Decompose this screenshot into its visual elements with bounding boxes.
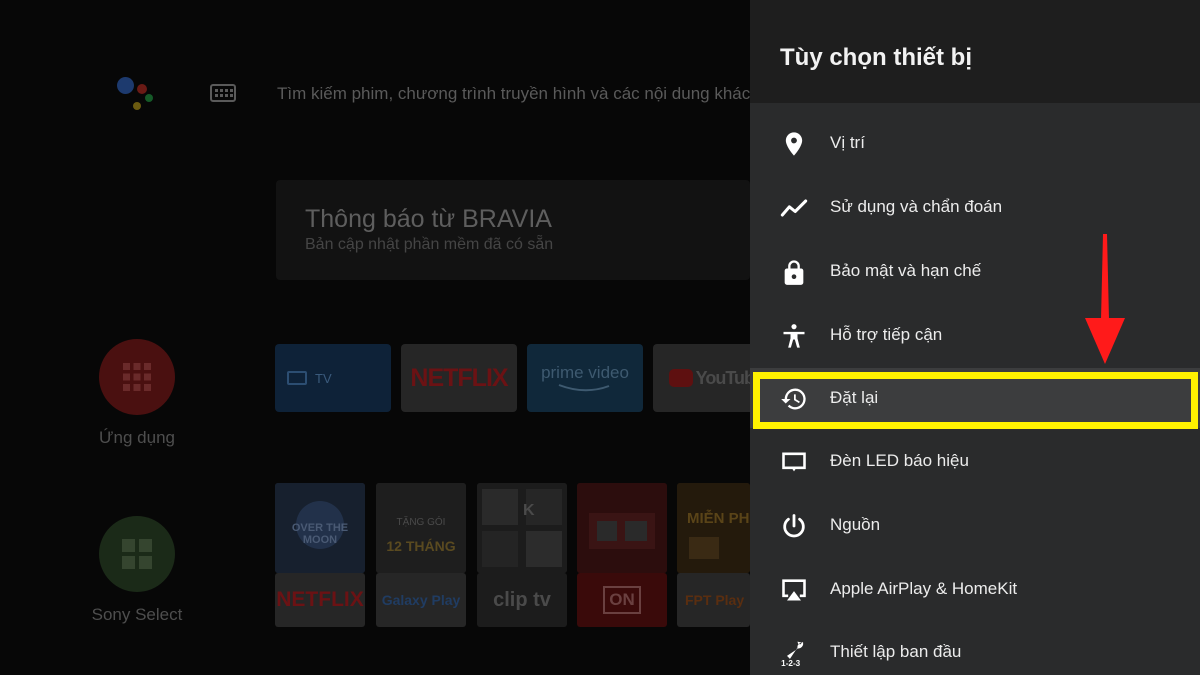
accessibility-icon <box>783 324 805 348</box>
tv-app-label: TV <box>315 370 332 386</box>
menu-item-label: Nguồn <box>830 515 881 534</box>
sidebar-label-apps: Ứng dụng <box>99 428 175 447</box>
fpt-play-logo: FPT Play <box>685 592 745 608</box>
notification-title: Thông báo từ BRAVIA <box>305 205 552 233</box>
menu-item-initial-setup[interactable]: 1-2-3 Thiết lập ban đầu <box>750 622 1200 675</box>
svg-text:K: K <box>523 502 535 519</box>
notification-subtitle: Bản cập nhật phần mềm đã có sẵn <box>305 236 554 253</box>
on-row-label[interactable]: ON <box>577 573 667 627</box>
menu-item-security[interactable]: Bảo mật và hạn chế <box>750 241 1200 301</box>
on-logo: ON <box>603 586 641 614</box>
netflix-logo: NETFLIX <box>410 363 508 392</box>
content-thumbnail[interactable] <box>577 483 667 573</box>
fpt-play-row-label[interactable]: FPT Play <box>677 573 750 627</box>
usage-graph-icon <box>780 199 808 217</box>
prime-video-app-tile[interactable]: prime video <box>527 344 643 412</box>
led-indicator-icon <box>782 452 806 472</box>
sony-select-icon[interactable] <box>99 516 175 592</box>
menu-item-label: Apple AirPlay & HomeKit <box>830 579 1018 598</box>
device-options-panel: Tùy chọn thiết bị Vị trí Sử dụng và chẩn… <box>750 0 1200 675</box>
menu-item-label: Vị trí <box>830 133 865 152</box>
red-arrow-icon <box>1085 234 1125 364</box>
location-pin-icon <box>785 132 803 156</box>
svg-text:MIỄN PH: MIỄN PH <box>687 510 750 527</box>
menu-item-airplay-homekit[interactable]: Apple AirPlay & HomeKit <box>750 559 1200 619</box>
clip-tv-logo: clip tv <box>493 588 551 611</box>
svg-text:TẶNG GÓI: TẶNG GÓI <box>397 515 446 528</box>
netflix-row-label[interactable]: NETFLIX <box>275 573 365 627</box>
youtube-app-tile[interactable]: YouTube <box>653 344 750 412</box>
prime-smile-icon <box>558 384 610 392</box>
netflix-app-tile[interactable]: NETFLIX <box>401 344 517 412</box>
youtube-logo: YouTube <box>695 367 750 388</box>
initial-setup-icon: 1-2-3 <box>781 641 804 667</box>
apps-grid-icon[interactable] <box>99 339 175 415</box>
menu-item-label: Hỗ trợ tiếp cận <box>830 325 943 344</box>
menu-item-label: Thiết lập ban đầu <box>830 642 962 661</box>
menu-item-usage-diagnostics[interactable]: Sử dụng và chẩn đoán <box>750 177 1200 237</box>
menu-item-label: Bảo mật và hạn chế <box>830 261 982 280</box>
notification-card[interactable]: Thông báo từ BRAVIA Bản cập nhật phần mề… <box>276 180 750 280</box>
galaxy-play-row-label[interactable]: Galaxy Play <box>376 573 466 627</box>
airplay-icon <box>782 579 806 601</box>
menu-item-power[interactable]: Nguồn <box>750 495 1200 555</box>
svg-text:12 THÁNG: 12 THÁNG <box>386 538 455 554</box>
svg-text:OVER THE: OVER THE <box>292 522 348 534</box>
content-thumbnail[interactable]: TẶNG GÓI 12 THÁNG <box>376 483 466 573</box>
sidebar-label-sony-select: Sony Select <box>91 605 183 624</box>
content-thumbnail[interactable]: K <box>477 483 567 573</box>
galaxy-play-logo: Galaxy Play <box>381 592 461 608</box>
menu-item-label: Sử dụng và chẩn đoán <box>830 197 1003 216</box>
home-screen: Tìm kiếm phim, chương trình truyền hình … <box>0 0 750 675</box>
menu-item-led-indicator[interactable]: Đèn LED báo hiệu <box>750 431 1200 491</box>
content-thumbnail[interactable]: OVER THE MOON <box>275 483 365 573</box>
search-input[interactable]: Tìm kiếm phim, chương trình truyền hình … <box>277 84 750 104</box>
svg-text:1-2-3: 1-2-3 <box>781 659 801 667</box>
netflix-row-logo: NETFLIX <box>276 588 364 611</box>
tv-icon <box>287 371 307 385</box>
panel-header: Tùy chọn thiết bị <box>750 0 1200 103</box>
youtube-play-icon <box>669 369 693 387</box>
prime-video-logo: prime video <box>541 363 629 382</box>
tv-app-tile[interactable]: TV <box>275 344 391 412</box>
lock-icon <box>784 260 804 285</box>
highlight-box <box>753 372 1198 429</box>
svg-text:MOON: MOON <box>303 534 337 546</box>
panel-title: Tùy chọn thiết bị <box>780 44 972 71</box>
menu-item-location[interactable]: Vị trí <box>750 113 1200 173</box>
content-thumbnail[interactable]: MIỄN PH <box>677 483 750 573</box>
menu-item-label: Đèn LED báo hiệu <box>830 451 969 470</box>
keyboard-icon[interactable] <box>210 84 236 102</box>
menu-item-accessibility[interactable]: Hỗ trợ tiếp cận <box>750 305 1200 365</box>
clip-tv-row-label[interactable]: clip tv <box>477 573 567 627</box>
power-icon <box>783 514 805 538</box>
google-assistant-icon[interactable] <box>115 74 157 116</box>
